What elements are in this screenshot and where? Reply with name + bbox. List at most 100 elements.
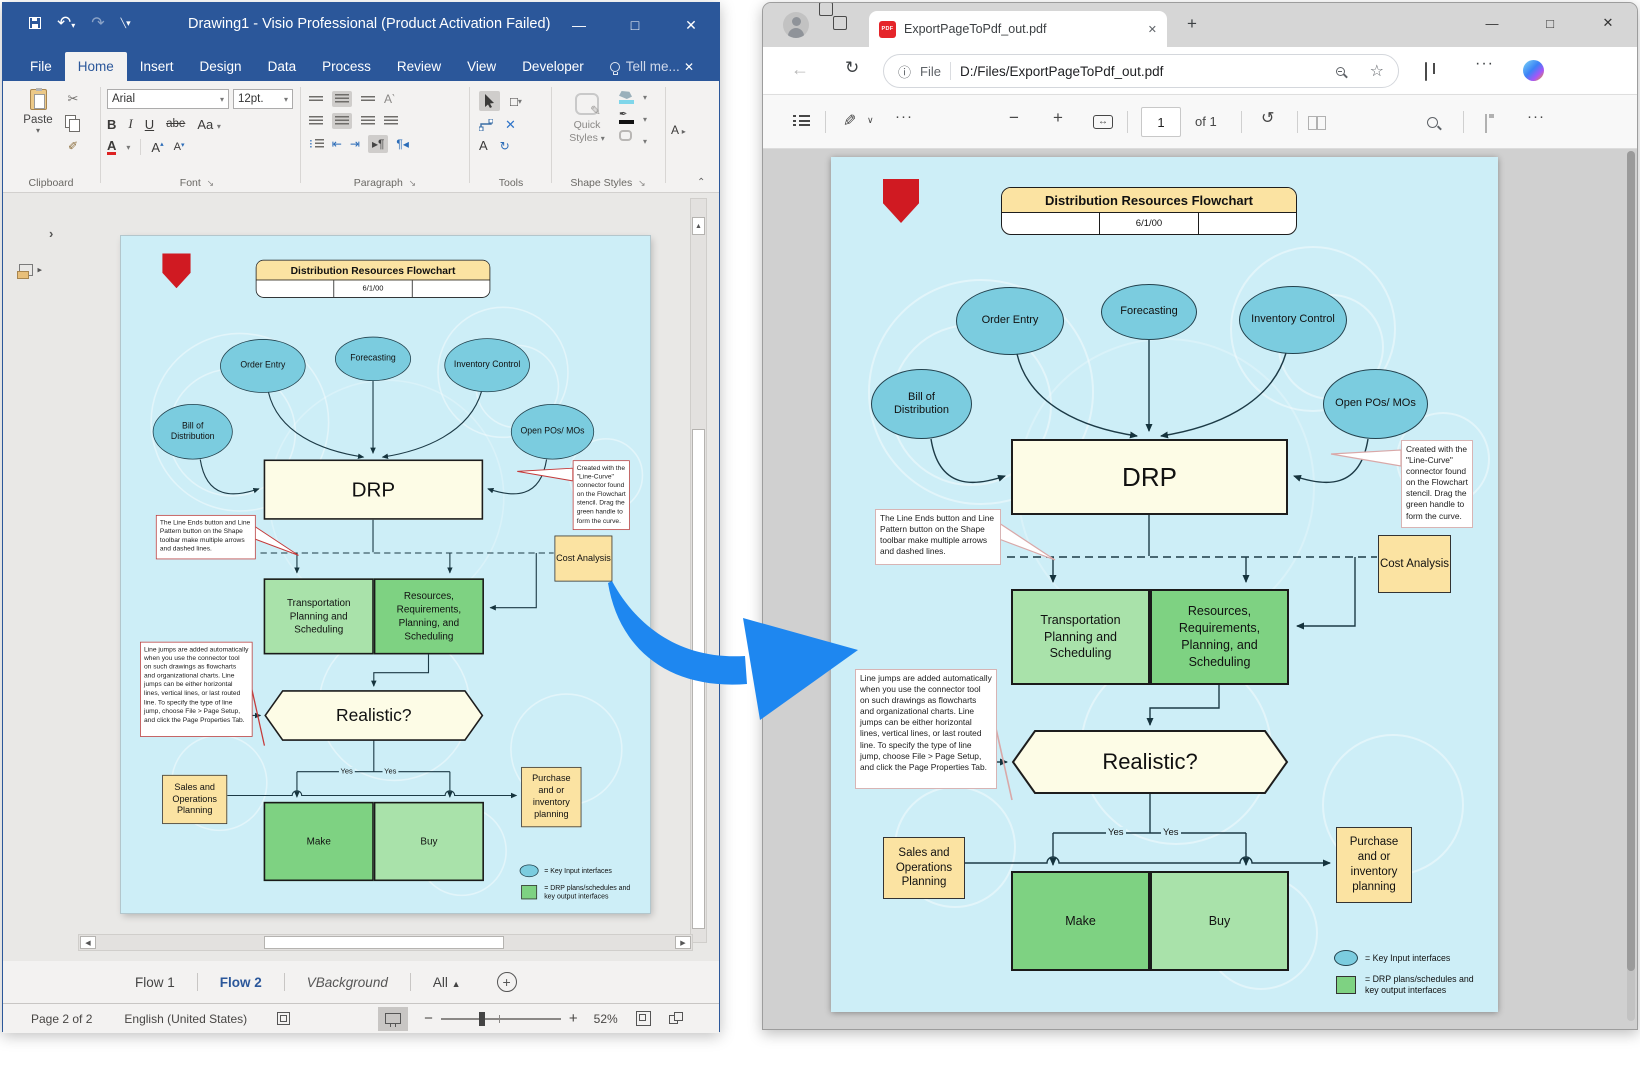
delete-tool-icon[interactable]: ✕ (505, 117, 516, 133)
zoom-slider-thumb[interactable] (479, 1012, 485, 1026)
new-tab-icon[interactable]: + (1187, 14, 1197, 34)
tab-view[interactable]: View (454, 52, 509, 81)
font-dialog-launcher-icon[interactable]: ↘ (207, 178, 215, 188)
rectangle-tool-icon[interactable]: □▾ (510, 94, 522, 109)
address-bar[interactable]: ⓘ File D:/Files/ExportPageToPdf_out.pdf … (883, 54, 1399, 88)
page-tab-vbackground[interactable]: VBackground (285, 975, 410, 990)
justify-icon[interactable] (384, 116, 398, 126)
split-screen-icon[interactable] (1425, 62, 1427, 81)
font-color-button[interactable]: A (107, 139, 116, 155)
page-info-icon[interactable]: ⓘ (898, 62, 911, 81)
paste-button[interactable]: Paste ▾ (17, 89, 59, 135)
pdf-zoom-out-icon[interactable]: − (1009, 108, 1019, 128)
pointer-tool-icon[interactable] (479, 91, 500, 111)
shape-styles-dialog-launcher-icon[interactable]: ↘ (638, 178, 646, 188)
align-right-icon[interactable] (361, 116, 375, 126)
effects-icon[interactable] (619, 130, 632, 141)
connector-tool-icon[interactable] (479, 119, 493, 131)
presentation-mode-icon[interactable] (378, 1007, 408, 1031)
horizontal-scrollbar[interactable]: ◀ ▶ (78, 934, 693, 951)
edge-maximize-button[interactable]: □ (1521, 3, 1579, 43)
align-top-icon[interactable] (309, 96, 323, 102)
tab-data[interactable]: Data (255, 52, 310, 81)
page-tab-all[interactable]: All ▲ (411, 975, 483, 990)
pdf-scroll-thumb[interactable] (1627, 151, 1635, 971)
scroll-up-icon[interactable]: ▲ (692, 217, 705, 235)
rotate-page-icon[interactable]: ↺ (1261, 108, 1274, 128)
shrink-font-button[interactable]: A▾ (174, 141, 185, 153)
change-case-button[interactable]: Aa ▾ (197, 117, 221, 132)
visio-close-button[interactable]: ✕ (663, 3, 719, 47)
fit-page-icon[interactable] (636, 1011, 651, 1026)
zoom-in-button[interactable]: + (569, 1010, 578, 1027)
page-number-input[interactable] (1141, 107, 1181, 137)
menubar-close-icon[interactable]: ✕ (671, 53, 707, 81)
text-rotate-icon[interactable]: A‵ (384, 92, 395, 106)
effects-caret-icon[interactable]: ▾ (643, 137, 647, 146)
pdf-more-tools-icon[interactable]: ··· (895, 108, 913, 125)
copy-icon[interactable] (65, 115, 81, 131)
pdf-content-area[interactable]: Distribution Resources Flowchart 6/1/00 … (763, 149, 1637, 1030)
tab-review[interactable]: Review (384, 52, 454, 81)
save-icon[interactable] (29, 17, 41, 29)
align-center-icon[interactable] (332, 113, 352, 129)
pdf-more-options-icon[interactable]: ··· (1527, 108, 1545, 125)
copilot-icon[interactable] (1523, 60, 1544, 81)
font-size-select[interactable]: 12pt.▾ (233, 89, 293, 109)
tab-developer[interactable]: Developer (509, 52, 597, 81)
stencil-icon[interactable]: ▸ (19, 261, 42, 279)
font-color-caret[interactable]: ▾ (126, 143, 130, 152)
tab-design[interactable]: Design (187, 52, 255, 81)
strikethrough-button[interactable]: abe (166, 118, 185, 130)
status-zoom-level[interactable]: 52% (594, 1012, 618, 1026)
page-tab-flow2[interactable]: Flow 2 (198, 975, 284, 990)
annotate-pen-icon[interactable]: ✎ (843, 111, 856, 131)
horizontal-scroll-thumb[interactable] (264, 936, 504, 949)
tab-process[interactable]: Process (309, 52, 384, 81)
undo-button[interactable]: ↶▾ (57, 13, 75, 33)
macro-record-icon[interactable] (277, 1012, 290, 1025)
line-color-icon[interactable]: ✒ (619, 111, 634, 124)
refresh-icon[interactable]: ↻ (845, 58, 859, 78)
grow-font-button[interactable]: A▴ (151, 140, 163, 155)
decrease-indent-icon[interactable]: ⇤ (332, 137, 342, 151)
scroll-left-icon[interactable]: ◀ (80, 936, 96, 949)
text-tool-icon[interactable]: A (479, 138, 488, 153)
fit-to-width-icon[interactable]: ↔ (1093, 115, 1113, 129)
paragraph-dialog-launcher-icon[interactable]: ↘ (409, 178, 417, 188)
status-page-info[interactable]: Page 2 of 2 (31, 1012, 92, 1026)
pdf-search-icon[interactable] (1427, 115, 1438, 133)
format-painter-icon[interactable]: ✐ (68, 139, 78, 153)
visio-minimize-button[interactable]: — (551, 3, 607, 47)
increase-indent-icon[interactable]: ⇥ (350, 137, 360, 151)
vertical-scrollbar[interactable]: ▲ (690, 198, 707, 943)
customize-quick-access-icon[interactable]: ╲▾ (121, 18, 131, 29)
tab-home[interactable]: Home (65, 52, 127, 81)
page-tab-flow1[interactable]: Flow 1 (113, 975, 197, 990)
fill-caret-icon[interactable]: ▾ (643, 93, 647, 102)
edge-minimize-button[interactable]: — (1463, 3, 1521, 43)
toc-icon[interactable] (793, 115, 810, 126)
profile-avatar-icon[interactable] (783, 12, 809, 38)
tab-file[interactable]: File (17, 52, 65, 81)
cut-icon[interactable]: ✂ (68, 91, 79, 107)
bullets-icon[interactable]: ⁝ (309, 137, 324, 151)
switch-windows-icon[interactable] (669, 1012, 684, 1025)
pdf-zoom-in-icon[interactable]: + (1053, 108, 1063, 128)
back-icon[interactable]: ← (791, 59, 809, 80)
align-left-icon[interactable] (309, 116, 323, 126)
arrange-overflow-button[interactable]: A ▸ (671, 123, 686, 137)
redo-icon[interactable]: ↷ (91, 13, 104, 33)
pdf-save-icon[interactable] (1485, 115, 1487, 133)
fill-color-icon[interactable] (619, 91, 634, 105)
favorites-star-icon[interactable]: ☆ (1370, 61, 1384, 81)
align-middle-icon[interactable] (332, 91, 352, 107)
underline-button[interactable]: U (145, 117, 154, 132)
rotate-tool-icon[interactable]: ↻ (500, 139, 510, 153)
italic-button[interactable]: I (128, 116, 132, 132)
zoom-slider[interactable] (441, 1012, 561, 1026)
text-direction-ltr-icon[interactable]: ▸¶ (368, 135, 388, 153)
zoom-out-button[interactable]: − (424, 1010, 433, 1027)
annotate-caret-icon[interactable]: ∨ (867, 115, 874, 126)
tab-insert[interactable]: Insert (127, 52, 187, 81)
